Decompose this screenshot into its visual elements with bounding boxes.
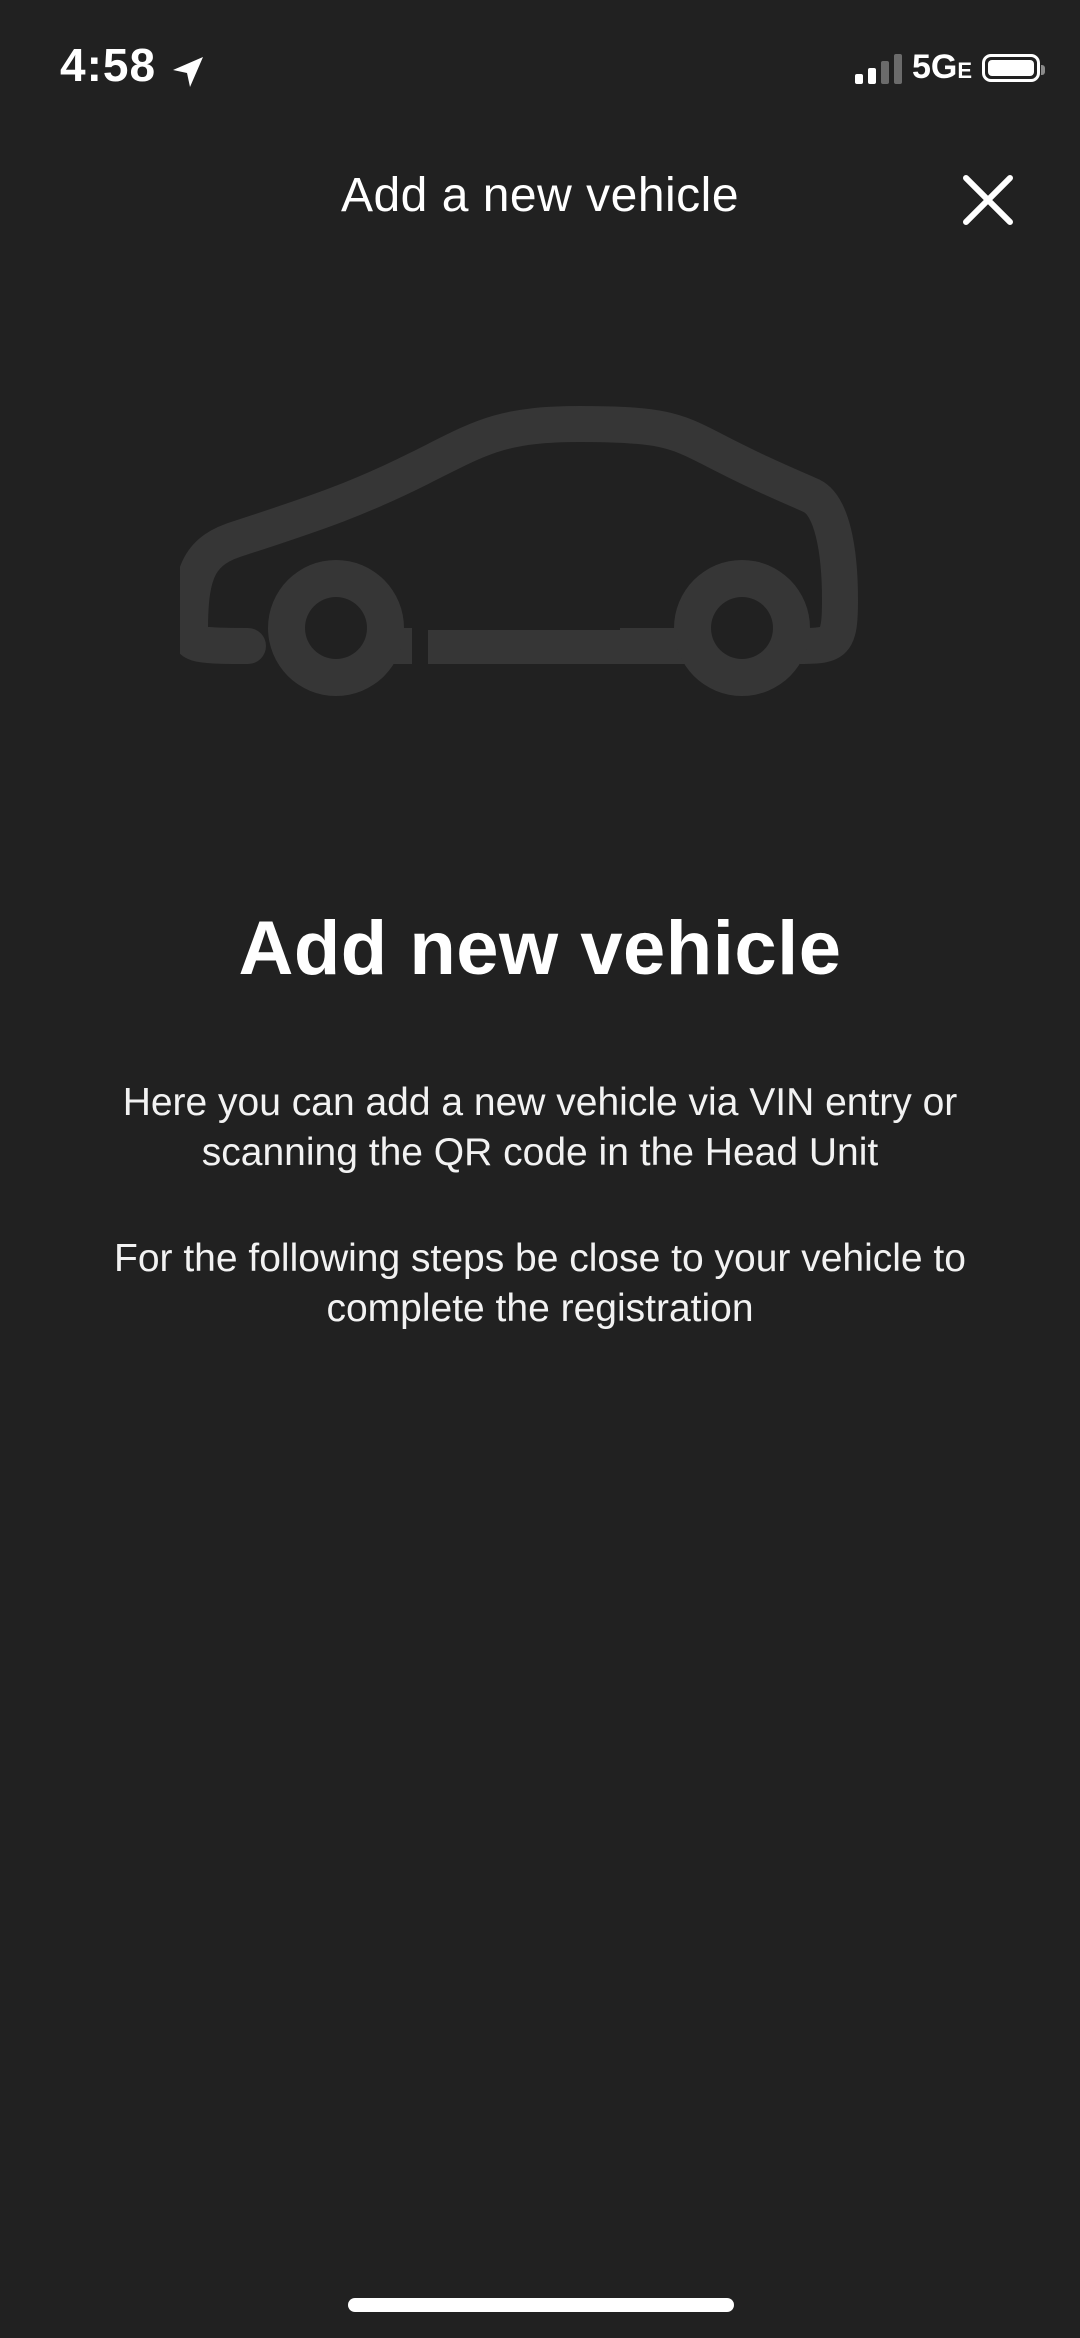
description-vin-qr: Here you can add a new vehicle via VIN e… [122,1081,958,1174]
main-heading: Add new vehicle [238,906,842,991]
battery-icon [982,53,1045,82]
status-time: 4:58 [60,39,157,91]
close-icon [963,175,1013,225]
network-indicator: 5GE [912,48,972,87]
car-illustration [172,400,900,720]
page-title: Add a new vehicle [340,169,740,222]
network-label: 5G [911,48,958,86]
network-suffix: E [957,58,972,83]
status-bar: 4:58 5GE [0,0,1080,130]
signal-strength-icon [854,52,902,84]
status-indicators: 5GE [854,48,1045,87]
home-indicator[interactable] [348,2298,734,2312]
location-arrow-icon [170,47,206,87]
close-button[interactable] [958,170,1018,230]
description-proximity: For the following steps be close to your… [114,1237,966,1330]
header: Add a new vehicle [0,160,1080,240]
status-time-group: 4:58 [60,38,206,92]
